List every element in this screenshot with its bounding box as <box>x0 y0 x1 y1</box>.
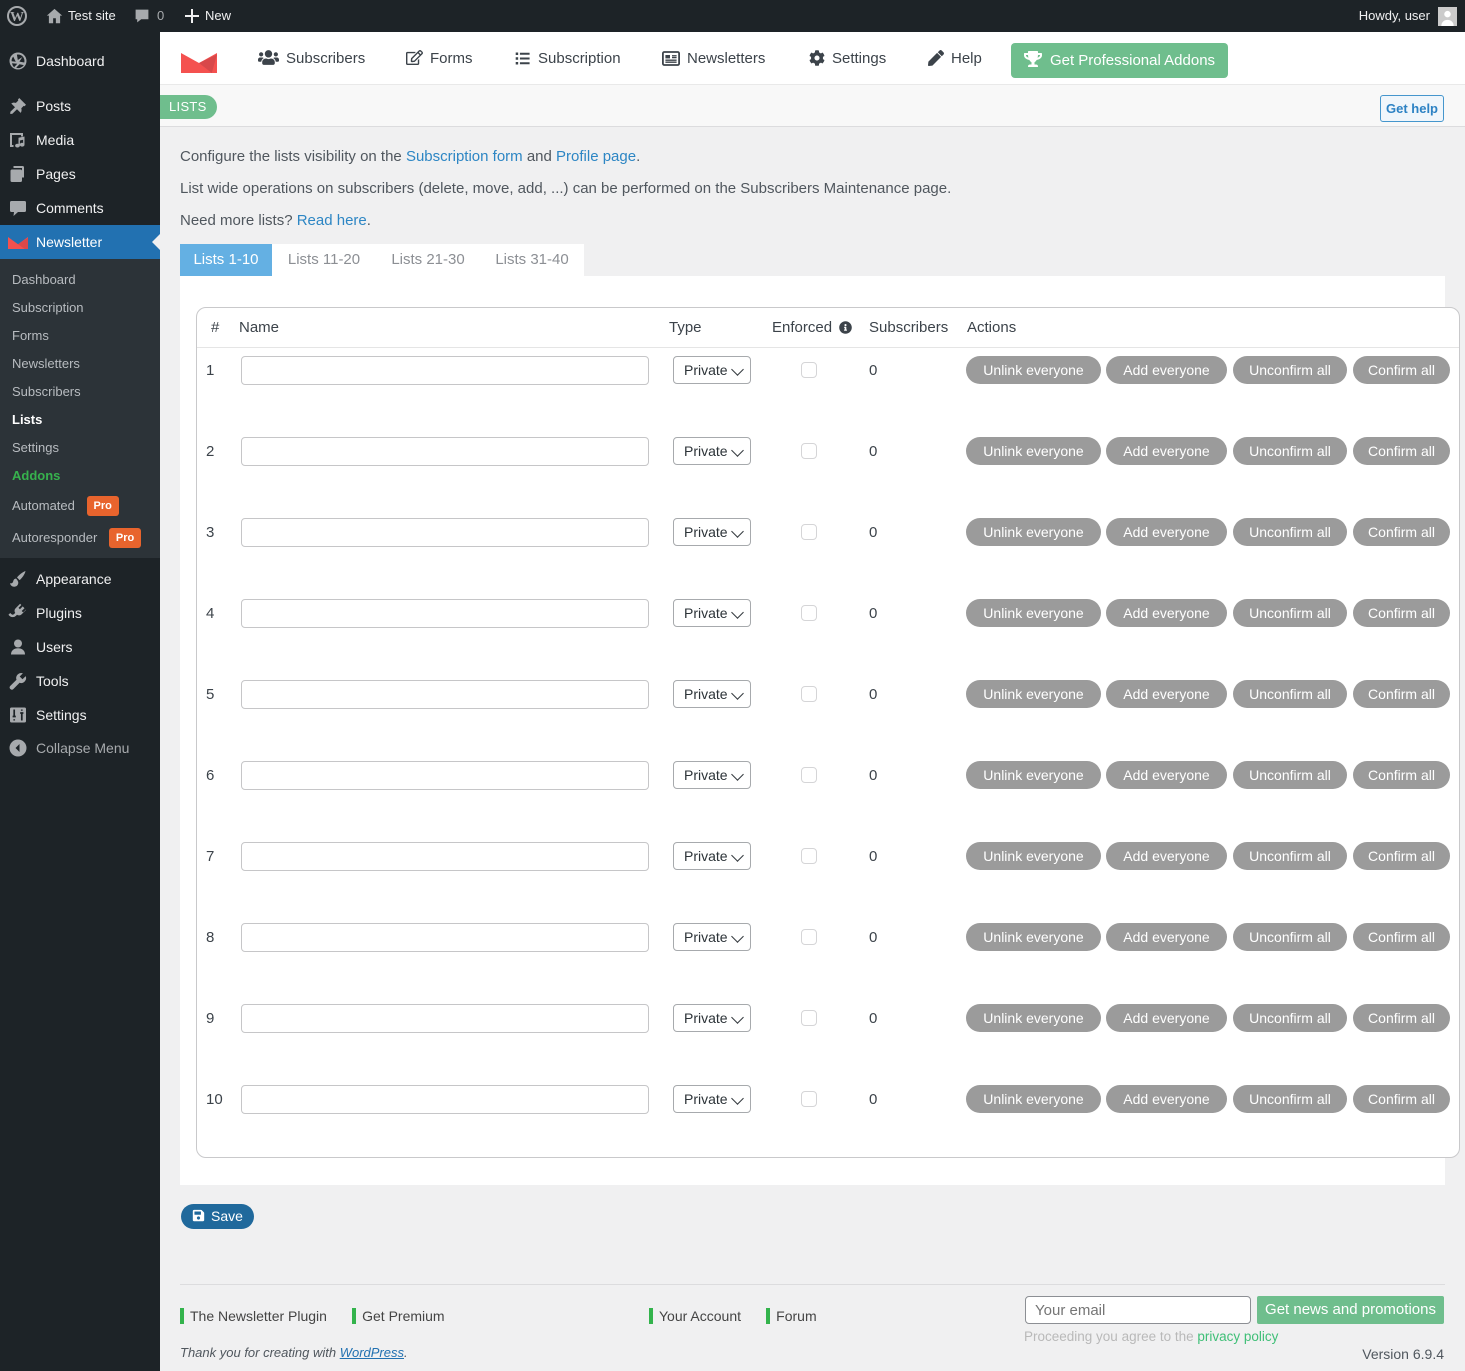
svg-text:W: W <box>10 10 24 25</box>
